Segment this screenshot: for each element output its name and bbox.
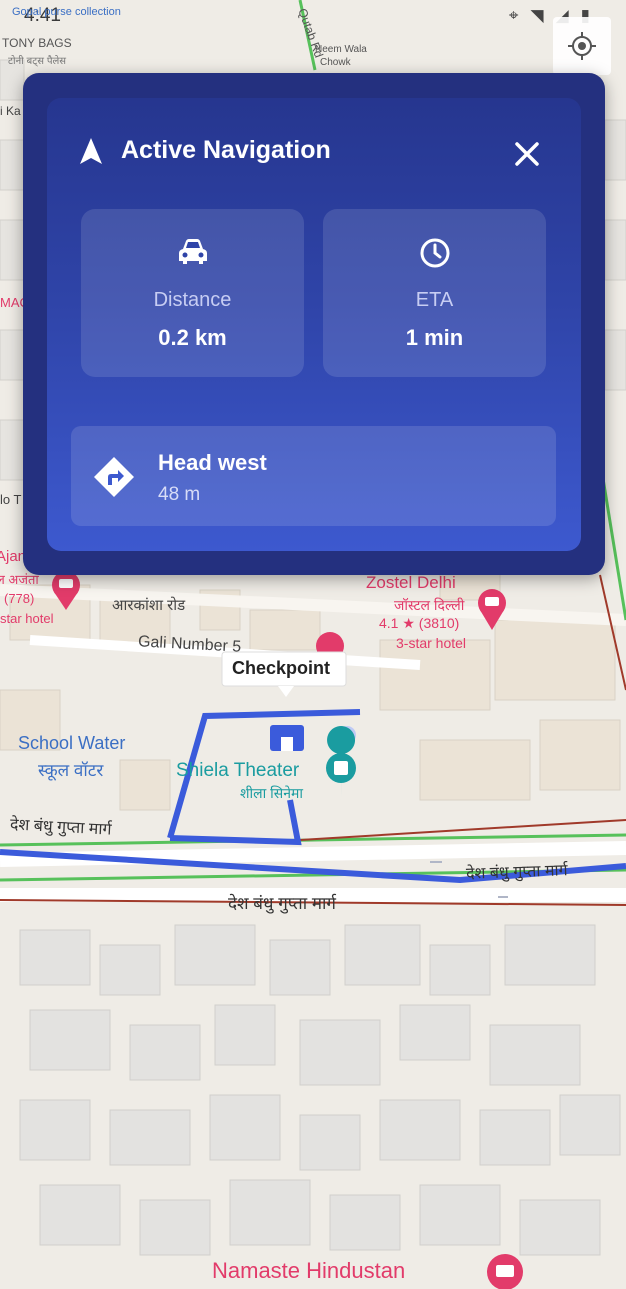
road-label-desh-bandhu-2: देश बंधु गुप्ता मार्ग: [465, 862, 568, 883]
distance-card: Distance 0.2 km: [81, 209, 304, 377]
map-label-zostel-type: 3-star hotel: [396, 635, 467, 651]
distance-label: Distance: [153, 289, 232, 311]
turn-right-icon: [93, 456, 135, 503]
navigation-arrow-icon: [80, 137, 102, 164]
map-label-arakasha: आरकांशा रोड: [112, 597, 186, 614]
location-icon: ⌖: [508, 6, 519, 25]
map-label-star-hotel-left: star hotel: [0, 611, 54, 626]
map-label-school-water: School Water: [18, 733, 126, 753]
map-label-gopal: Gopal purse collection: [12, 6, 121, 18]
instruction-text: Head west: [158, 450, 267, 475]
close-button[interactable]: [513, 140, 541, 168]
close-icon: [515, 142, 539, 166]
crosshair-icon: [568, 32, 596, 60]
road-label-desh-bandhu-3: देश बंधु गुप्ता मार्ग: [228, 894, 336, 913]
navigation-header: Active Navigation: [79, 136, 331, 165]
navigation-card: Active Navigation Distance 0.2 km ETA 1 …: [47, 98, 581, 551]
eta-value: 1 min: [405, 325, 464, 350]
map-label-zostel-hi: जॉस्टल दिल्ली: [394, 597, 465, 613]
distance-value: 0.2 km: [158, 325, 227, 350]
map-label-tony-bags: TONY BAGS: [2, 36, 72, 50]
map-label-edge-lo: lo T: [0, 492, 22, 507]
navigation-panel: Active Navigation Distance 0.2 km ETA 1 …: [23, 73, 605, 575]
map-label-zostel-rating: 4.1 ★ (3810): [379, 615, 460, 631]
map-label-chowk: Chowk: [320, 57, 351, 68]
clock-icon: [323, 237, 546, 274]
map-label-rating-left: (778): [4, 591, 35, 606]
map-label-school-water-hi: स्कूल वॉटर: [38, 761, 104, 780]
map-label-zostel: Zostel Delhi: [366, 573, 456, 592]
wifi-icon: ◥: [530, 6, 544, 25]
map-label-neem-wala: Neem Wala: [315, 44, 367, 55]
my-location-button[interactable]: [553, 17, 611, 75]
map-label-sheila[interactable]: Shiela Theater: [176, 760, 299, 782]
map-label-tony-bags-hi: टोनी बट्स पैलेस: [8, 56, 67, 67]
car-icon: [81, 237, 304, 270]
eta-label: ETA: [415, 289, 454, 311]
instruction-distance: 48 m: [158, 484, 201, 505]
checkpoint-label[interactable]: Checkpoint: [232, 658, 330, 679]
eta-card: ETA 1 min: [323, 209, 546, 377]
map-label-namaste[interactable]: Namaste Hindustan: [212, 1258, 405, 1284]
turn-instruction[interactable]: Head west 48 m: [71, 426, 556, 526]
map-label-sheila-hi: शीला सिनेमा: [240, 785, 304, 801]
navigation-title: Active Navigation: [121, 136, 331, 164]
map-label-edge-ka: i Ka: [0, 104, 21, 118]
